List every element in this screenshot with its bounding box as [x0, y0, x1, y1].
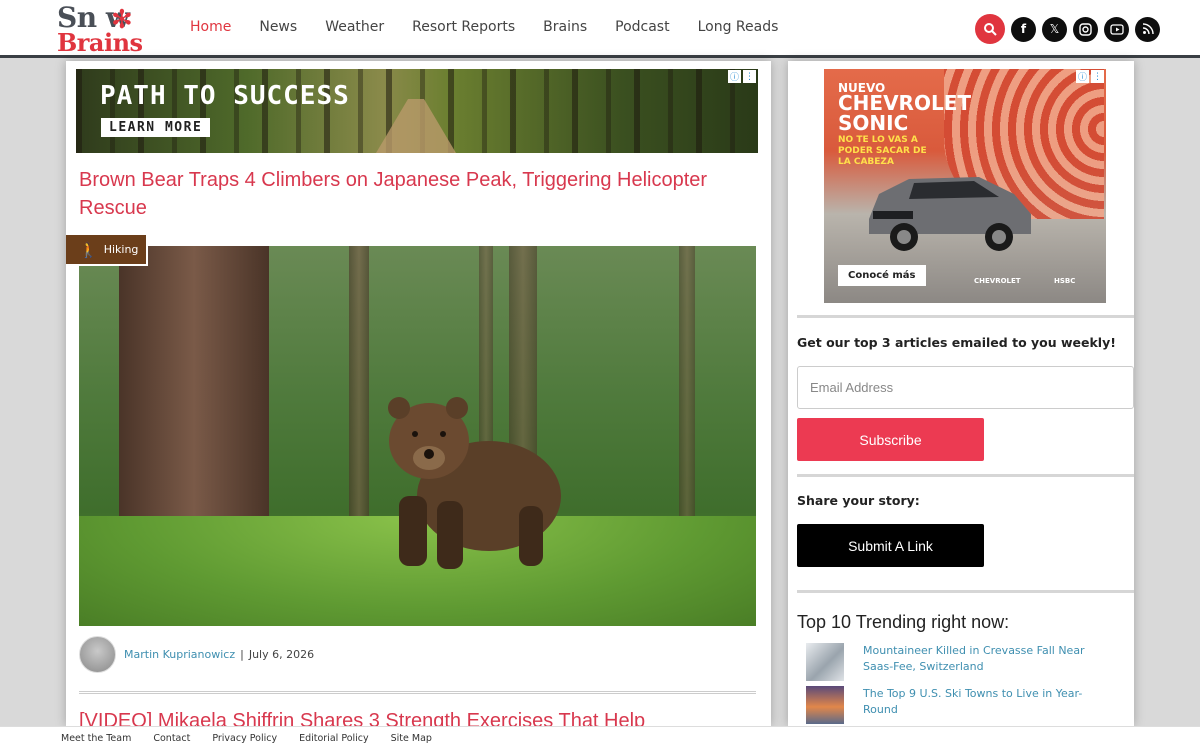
footer-link-contact[interactable]: Contact [153, 733, 190, 744]
sidebar-divider [797, 315, 1134, 318]
banner-ad-headline: PATH TO SUCCESS [100, 81, 350, 111]
ad-menu-icon[interactable]: ⋮ [743, 70, 756, 83]
hsbc-logo: HSBC [1054, 277, 1076, 285]
banner-ad[interactable]: PATH TO SUCCESS LEARN MORE ⓘ ⋮ [76, 69, 758, 153]
ad-line-2: CHEVROLET SONIC [838, 91, 972, 135]
facebook-icon[interactable]: f [1011, 16, 1036, 42]
sidebar: NUEVO CHEVROLET SONIC NO TE LO VAS A POD… [788, 61, 1134, 726]
nav-item-weather[interactable]: Weather [325, 19, 384, 35]
trending-item[interactable]: Mountaineer Killed in Crevasse Fall Near… [806, 643, 1126, 681]
site-header: Sn w ✻ Brains Home News Weather Resort R… [0, 0, 1200, 58]
instagram-icon[interactable] [1073, 16, 1098, 42]
nav-item-long-reads[interactable]: Long Reads [698, 19, 779, 35]
author-link[interactable]: Martin Kuprianowicz [124, 648, 235, 661]
car-image [869, 177, 1031, 251]
search-icon[interactable] [975, 14, 1005, 44]
trending-thumbnail[interactable] [806, 686, 844, 724]
x-icon[interactable]: 𝕏 [1042, 16, 1067, 42]
footer: Meet the Team Contact Privacy Policy Edi… [0, 726, 1200, 750]
article-title[interactable]: Brown Bear Traps 4 Climbers on Japanese … [79, 166, 739, 222]
banner-ad-cta[interactable]: LEARN MORE [101, 118, 211, 137]
footer-link-meet-the-team[interactable]: Meet the Team [61, 733, 131, 744]
submit-link-button[interactable]: Submit A Link [797, 524, 984, 567]
article-divider [79, 691, 756, 694]
nav-item-brains[interactable]: Brains [543, 19, 587, 35]
nav-item-news[interactable]: News [259, 19, 297, 35]
youtube-icon[interactable] [1104, 16, 1129, 42]
category-label: Hiking [103, 243, 139, 256]
newsletter-heading: Get our top 3 articles emailed to you we… [797, 335, 1116, 350]
footer-link-site-map[interactable]: Site Map [391, 733, 432, 744]
sidebar-ad-cta[interactable]: Conocé más [838, 265, 926, 286]
trending-item[interactable]: The Top 9 U.S. Ski Towns to Live in Year… [806, 686, 1126, 724]
trending-thumbnail[interactable] [806, 643, 844, 681]
category-badge[interactable]: 🚶 Hiking [66, 233, 148, 266]
nav-item-podcast[interactable]: Podcast [615, 19, 669, 35]
share-heading: Share your story: [797, 493, 920, 508]
ad-info-icon[interactable]: ⓘ [1076, 70, 1089, 83]
trending-title: Top 10 Trending right now: [797, 612, 1010, 632]
ad-choices[interactable]: ⓘ ⋮ [728, 70, 756, 83]
nav-item-home[interactable]: Home [190, 19, 231, 35]
trending-item-title[interactable]: Mountaineer Killed in Crevasse Fall Near… [863, 643, 1103, 681]
social-links: f 𝕏 [975, 14, 1160, 44]
brown-bear-image [388, 397, 561, 569]
rss-icon[interactable] [1135, 16, 1160, 42]
chevrolet-logo: CHEVROLET [974, 277, 1021, 285]
ad-info-icon[interactable]: ⓘ [728, 70, 741, 83]
next-article-title[interactable]: [VIDEO] Mikaela Shiffrin Shares 3 Streng… [79, 707, 759, 726]
author-avatar[interactable] [79, 636, 116, 673]
logo-line-2: Brains [57, 28, 143, 57]
nav-item-resort-reports[interactable]: Resort Reports [412, 19, 515, 35]
footer-link-editorial-policy[interactable]: Editorial Policy [299, 733, 369, 744]
article-hero-image[interactable] [79, 246, 756, 626]
sidebar-divider [797, 590, 1134, 593]
subscribe-button[interactable]: Subscribe [797, 418, 984, 461]
ad-menu-icon[interactable]: ⋮ [1091, 70, 1104, 83]
byline-separator: | [240, 648, 244, 661]
email-field[interactable] [797, 366, 1134, 409]
snowbrains-logo[interactable]: Sn w ✻ Brains [55, 4, 173, 57]
footer-link-privacy-policy[interactable]: Privacy Policy [212, 733, 277, 744]
main-column: PATH TO SUCCESS LEARN MORE ⓘ ⋮ Brown Bea… [66, 61, 771, 726]
main-nav: Home News Weather Resort Reports Brains … [190, 19, 778, 35]
ad-choices[interactable]: ⓘ ⋮ [1076, 70, 1104, 83]
article-byline: Martin Kuprianowicz | July 6, 2026 [79, 636, 314, 673]
article-date: July 6, 2026 [248, 648, 315, 661]
sidebar-ad[interactable]: NUEVO CHEVROLET SONIC NO TE LO VAS A POD… [824, 69, 1106, 303]
sidebar-divider [797, 474, 1134, 477]
hiker-icon: 🚶 [79, 240, 98, 259]
trending-item-title[interactable]: The Top 9 U.S. Ski Towns to Live in Year… [863, 686, 1103, 724]
